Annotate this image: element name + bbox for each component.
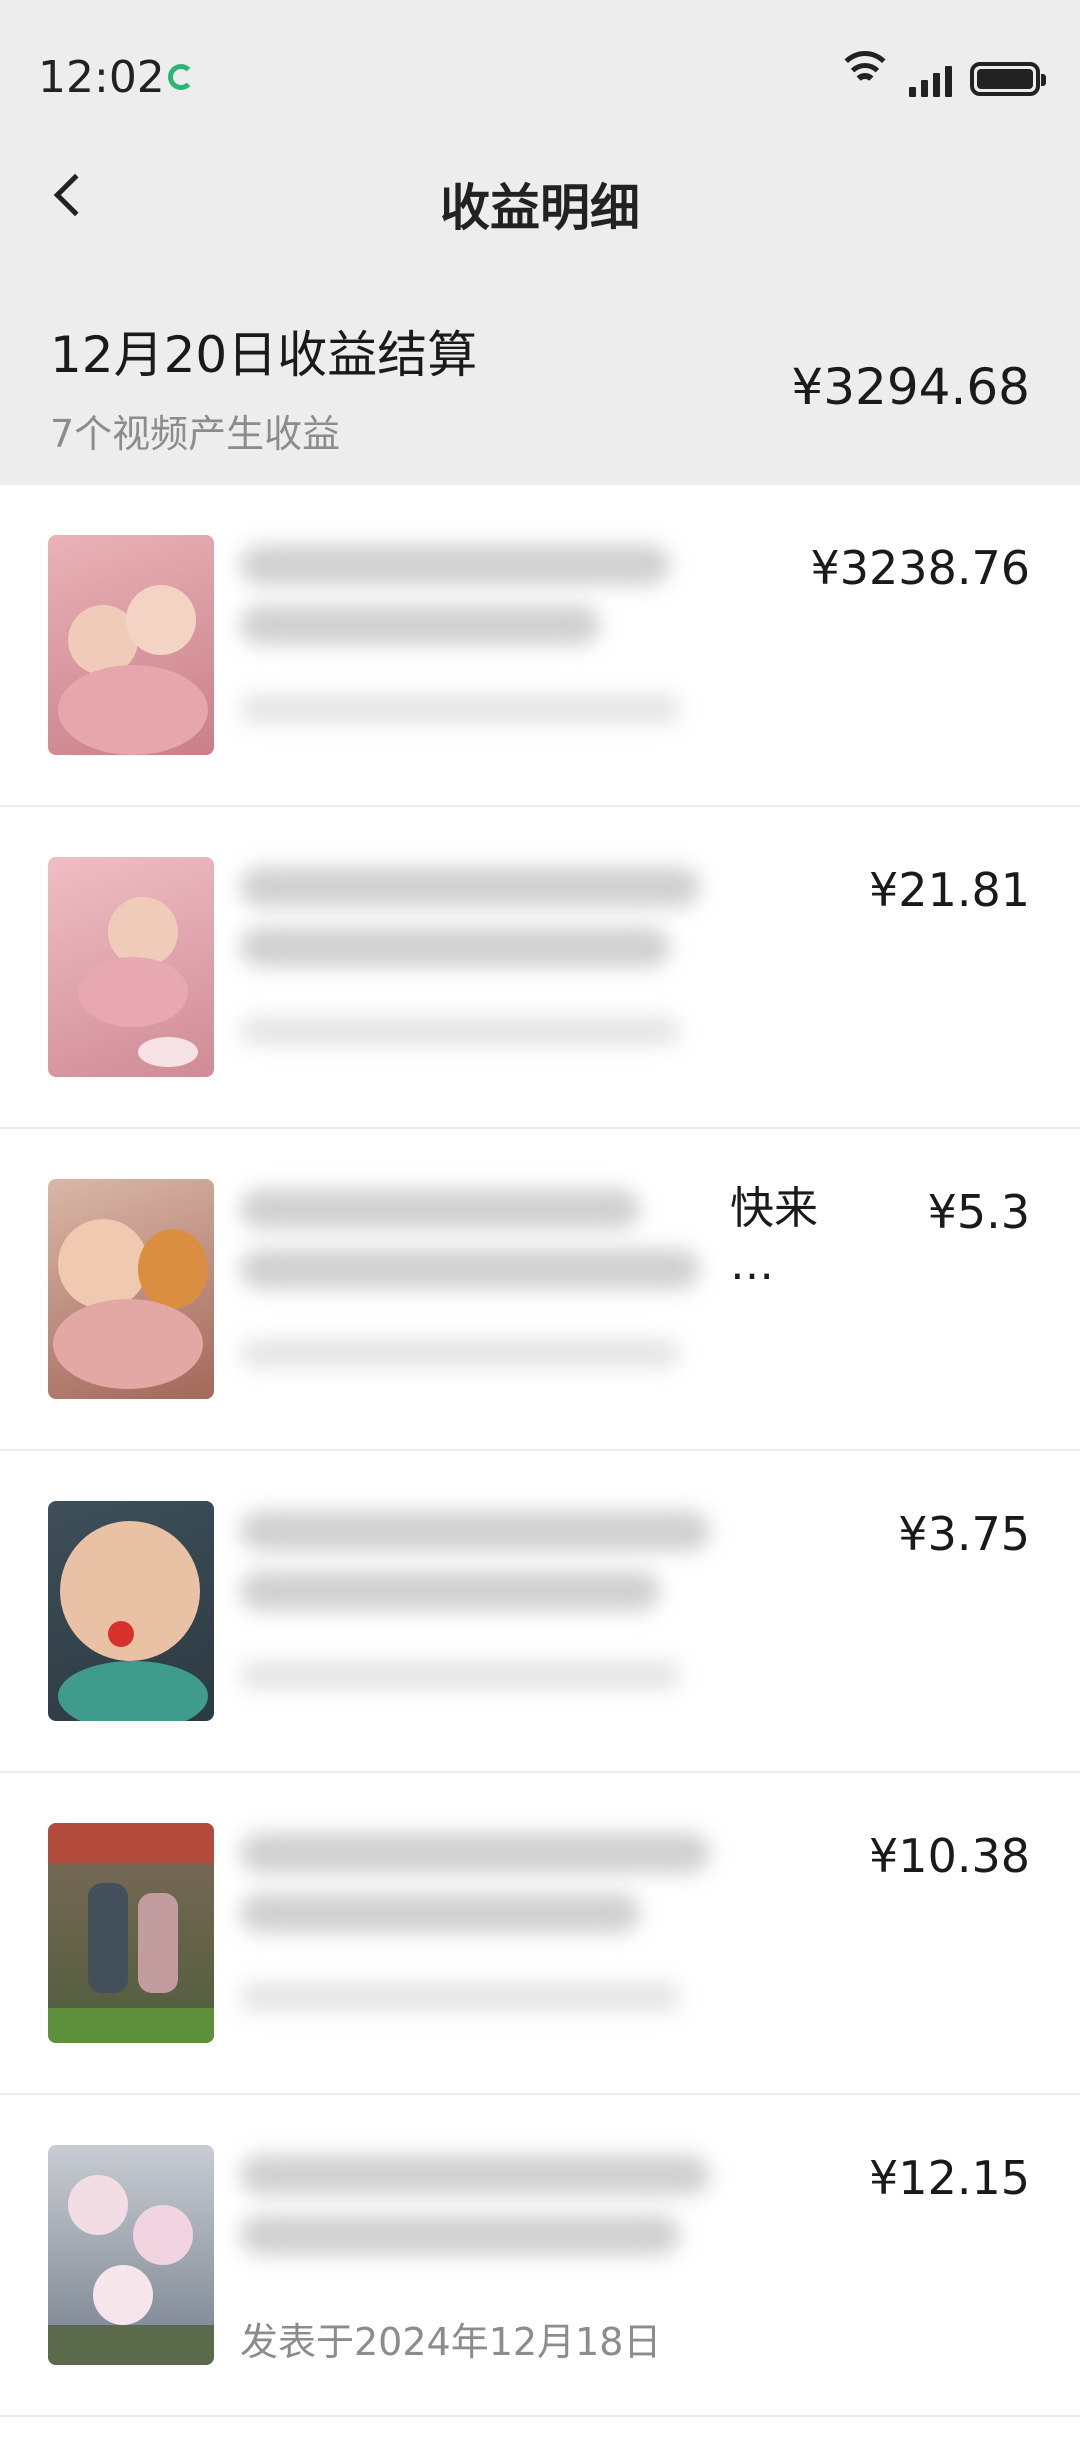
item-amount: ¥3238.76 [810,541,1031,595]
video-thumbnail [48,1823,214,2043]
video-thumbnail [48,1501,214,1721]
video-title-visible-fragment: 快来 [730,1183,818,1234]
earnings-list: ¥3238.76 ¥21.81 快来 … ¥5.3 ¥3.75 ¥10.38 发… [0,485,1080,2417]
list-item[interactable]: ¥3.75 [0,1451,1080,1773]
item-amount: ¥5.3 [927,1185,1030,1239]
list-item[interactable]: 发表于2024年12月18日 ¥12.15 [0,2095,1080,2417]
summary-title: 12月20日收益结算 [50,326,478,384]
earnings-summary: 12月20日收益结算 7个视频产生收益 ¥3294.68 [0,265,1080,485]
video-title-blurred [240,525,730,765]
summary-amount: ¥3294.68 [791,358,1030,416]
status-time: 12:02 [38,52,165,103]
item-amount: ¥3.75 [898,1507,1030,1561]
video-title-blurred [240,1491,730,1731]
list-item[interactable]: ¥21.81 [0,807,1080,1129]
wifi-icon [836,51,894,99]
video-title-ellipsis: … [730,1239,774,1290]
item-amount: ¥12.15 [869,2151,1030,2205]
publish-date: 发表于2024年12月18日 [240,2320,662,2364]
video-title-blurred [240,847,730,1087]
battery-icon [970,62,1046,96]
video-title-blurred [240,2135,730,2265]
sync-icon [168,64,194,90]
video-thumbnail [48,2145,214,2365]
item-amount: ¥10.38 [869,1829,1030,1883]
list-item[interactable]: ¥10.38 [0,1773,1080,2095]
list-item[interactable]: 快来 … ¥5.3 [0,1129,1080,1451]
status-bar: 12:02 [0,0,1080,130]
list-item[interactable]: ¥3238.76 [0,485,1080,807]
video-thumbnail [48,857,214,1077]
video-title-blurred [240,1813,730,2053]
item-amount: ¥21.81 [869,863,1030,917]
video-thumbnail [48,535,214,755]
status-icons [836,51,1046,104]
video-thumbnail [48,1179,214,1399]
signal-icon [909,61,952,97]
summary-subtitle: 7个视频产生收益 [50,412,341,456]
video-title-blurred [240,1169,730,1409]
nav-bar: 收益明细 [0,130,1080,265]
page-title: 收益明细 [440,179,640,237]
